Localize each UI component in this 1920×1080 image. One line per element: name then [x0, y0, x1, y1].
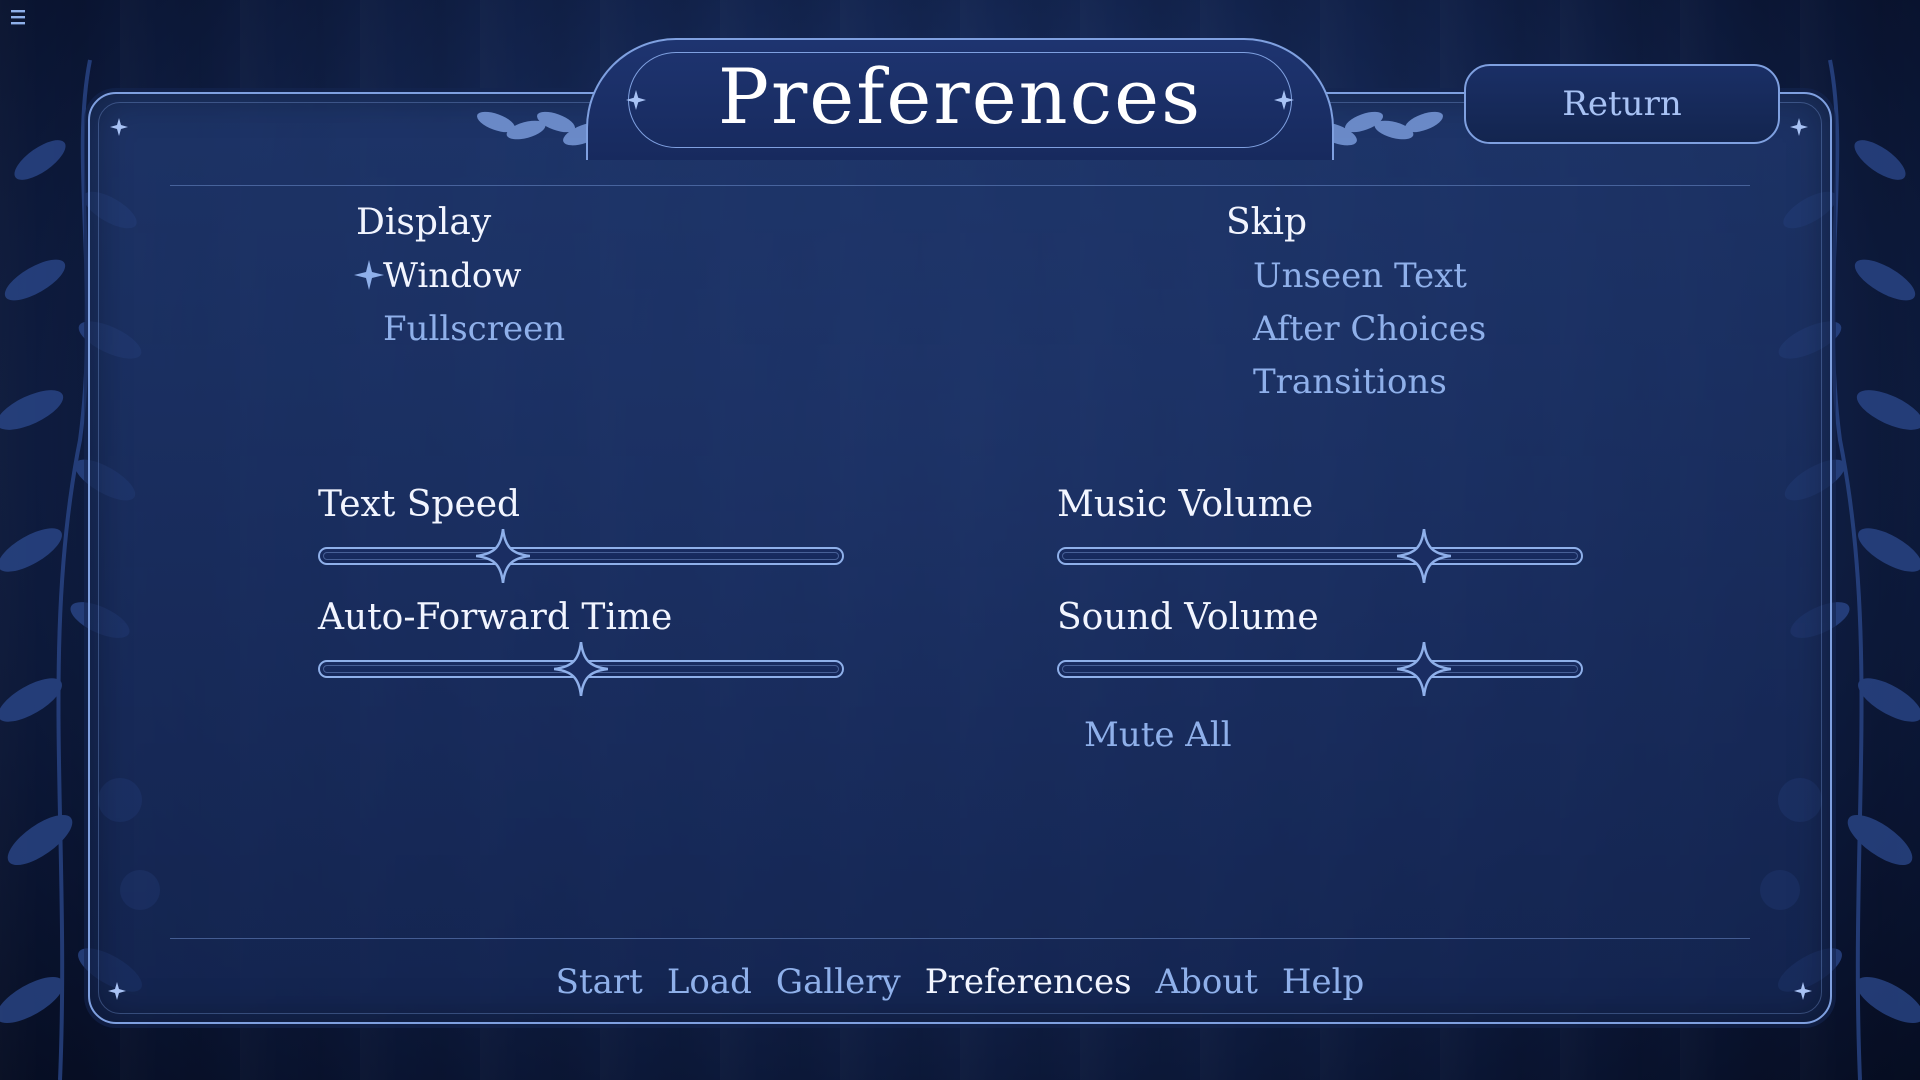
mute-all-button[interactable]: Mute All [1084, 715, 1232, 755]
auto-forward-slider[interactable] [318, 642, 844, 696]
slider-track [323, 552, 839, 560]
corner-star-icon [1790, 118, 1808, 136]
auto-forward-label: Auto-Forward Time [318, 597, 673, 638]
skip-option-after-choices[interactable]: After Choices [1253, 309, 1486, 349]
slider-track [1062, 552, 1578, 560]
nav-item-about[interactable]: About [1156, 962, 1258, 1002]
skip-heading: Skip [1226, 202, 1308, 243]
nav-item-start[interactable]: Start [556, 962, 643, 1002]
skip-option-unseen-text[interactable]: Unseen Text [1253, 256, 1467, 296]
nav-item-gallery[interactable]: Gallery [776, 962, 901, 1002]
slider-thumb[interactable] [1397, 642, 1452, 696]
text-speed-label: Text Speed [318, 484, 521, 525]
nav-item-help[interactable]: Help [1282, 962, 1364, 1002]
display-heading: Display [356, 202, 492, 243]
nav-item-preferences[interactable]: Preferences [925, 962, 1132, 1002]
sound-volume-label: Sound Volume [1057, 597, 1319, 638]
display-option-window[interactable]: Window [383, 256, 521, 296]
slider-thumb[interactable] [554, 642, 608, 696]
music-volume-label: Music Volume [1057, 484, 1314, 525]
nav-item-load[interactable]: Load [667, 962, 752, 1002]
page-title: Preferences [717, 52, 1203, 141]
footer-divider [170, 938, 1750, 939]
skip-option-transitions[interactable]: Transitions [1253, 362, 1447, 402]
bottom-nav: Start Load Gallery Preferences About Help [0, 962, 1920, 1002]
slider-thumb[interactable] [1397, 529, 1452, 583]
hamburger-icon[interactable] [8, 6, 30, 28]
display-option-fullscreen[interactable]: Fullscreen [383, 309, 565, 349]
return-button[interactable]: Return [1464, 64, 1780, 144]
corner-star-icon [110, 118, 128, 136]
sound-volume-slider[interactable] [1057, 642, 1583, 696]
selected-star-icon [354, 260, 384, 290]
slider-thumb[interactable] [475, 529, 530, 583]
music-volume-slider[interactable] [1057, 529, 1583, 583]
text-speed-slider[interactable] [318, 529, 844, 583]
slider-track [1062, 665, 1578, 673]
header-divider [170, 185, 1750, 186]
